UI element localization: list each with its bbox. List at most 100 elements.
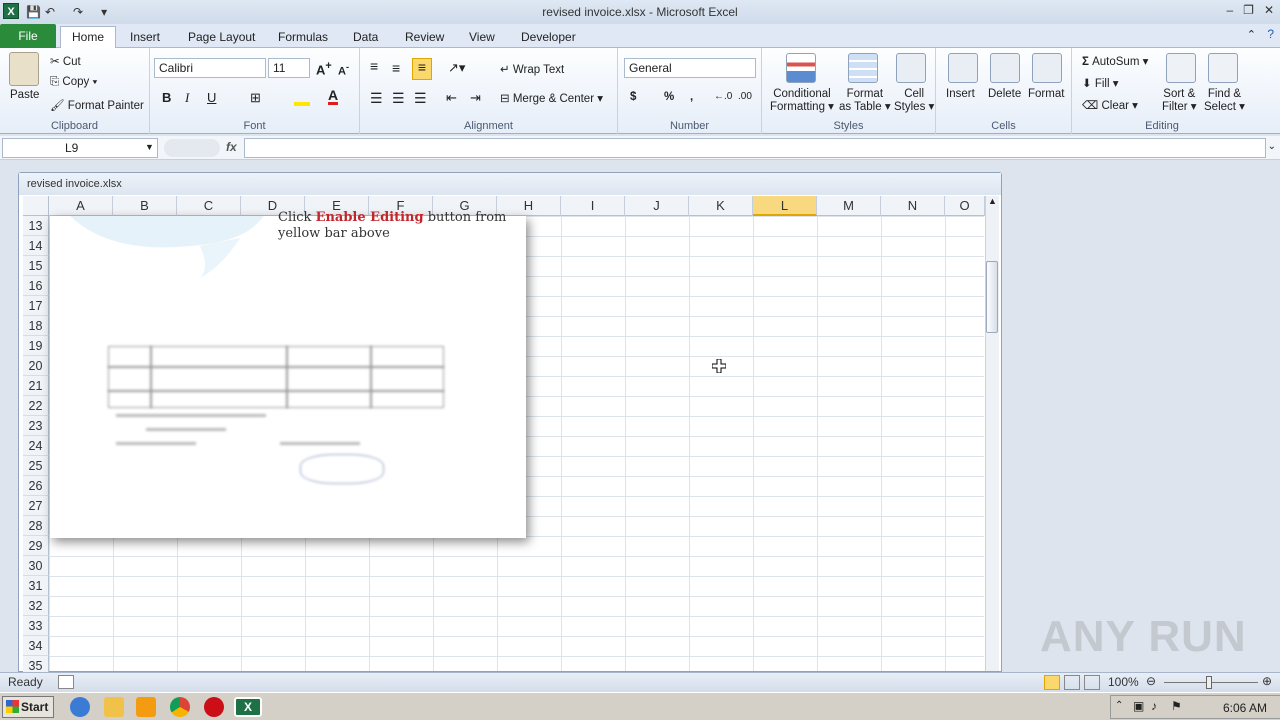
row-header-20[interactable]: 20 [23,356,49,376]
normal-view-icon[interactable] [1044,675,1060,690]
column-header-h[interactable]: H [497,196,561,216]
font-size-select[interactable]: 11 [268,58,310,78]
font-name-select[interactable]: Calibri [154,58,266,78]
fill-button[interactable]: ⬇ Fill ▾ [1082,76,1119,90]
paste-button[interactable]: Paste [10,89,39,101]
tab-formulas[interactable]: Formulas [270,28,336,48]
row-header-15[interactable]: 15 [23,256,49,276]
row-header-33[interactable]: 33 [23,616,49,636]
row-header-23[interactable]: 23 [23,416,49,436]
action-center-flag-icon[interactable]: ⚑ [1171,699,1182,713]
insert-cells-button[interactable]: Insert [946,88,975,100]
borders-icon[interactable]: ⊞ [250,90,261,106]
cell-styles-icon[interactable] [896,53,926,83]
tab-data[interactable]: Data [345,28,386,48]
zoom-slider-thumb[interactable] [1206,676,1212,689]
column-header-i[interactable]: I [561,196,625,216]
chrome-icon[interactable] [170,697,190,717]
align-center-icon[interactable]: ☰ [392,90,405,107]
delete-cells-icon[interactable] [990,53,1020,83]
wrap-text-button[interactable]: ↵ Wrap Text [500,62,564,76]
align-middle-icon[interactable]: ≡ [392,60,400,76]
row-header-22[interactable]: 22 [23,396,49,416]
percent-icon[interactable]: % [664,91,674,103]
row-header-21[interactable]: 21 [23,376,49,396]
select-all-corner[interactable] [23,196,49,216]
explorer-folder-icon[interactable] [104,697,124,717]
formula-bar-expand-icon[interactable] [164,139,220,157]
row-header-29[interactable]: 29 [23,536,49,556]
tab-page-layout[interactable]: Page Layout [180,28,263,48]
row-header-25[interactable]: 25 [23,456,49,476]
row-header-19[interactable]: 19 [23,336,49,356]
minimize-icon[interactable]: – [1226,3,1233,17]
zoom-out-icon[interactable]: ⊖ [1146,674,1156,688]
align-left-icon[interactable]: ☰ [370,90,383,107]
align-top-icon[interactable]: ≡ [370,58,378,74]
column-header-b[interactable]: B [113,196,177,216]
autosum-button[interactable]: Σ AutoSum ▾ [1082,54,1148,68]
grow-font-icon[interactable]: A+ [316,60,332,77]
column-header-j[interactable]: J [625,196,689,216]
internet-explorer-icon[interactable] [70,697,90,717]
column-header-l[interactable]: L [753,196,817,216]
row-header-32[interactable]: 32 [23,596,49,616]
volume-icon[interactable]: ♪ [1151,699,1157,713]
format-painter-button[interactable]: 🖌 Format Painter [50,98,144,112]
tab-home[interactable]: Home [60,26,116,49]
expand-formula-icon[interactable]: ⌄ [1268,141,1276,152]
fill-color-icon[interactable] [294,88,310,106]
opera-icon[interactable] [204,697,224,717]
shrink-font-icon[interactable]: A- [338,62,349,78]
orientation-icon[interactable]: ↗▾ [448,60,465,76]
zoom-in-icon[interactable]: ⊕ [1262,674,1272,688]
row-header-34[interactable]: 34 [23,636,49,656]
merge-center-button[interactable]: ⊟ Merge & Center ▾ [500,91,603,105]
row-header-28[interactable]: 28 [23,516,49,536]
conditional-formatting-button[interactable]: Conditional Formatting ▾ [770,88,834,114]
align-bottom-icon[interactable]: ≡ [412,58,432,80]
format-as-table-icon[interactable] [848,53,878,83]
excel-taskbar-icon[interactable]: X [234,697,262,717]
row-header-31[interactable]: 31 [23,576,49,596]
font-color-icon[interactable]: A [328,88,339,105]
clear-button[interactable]: ⌫ Clear ▾ [1082,98,1138,112]
row-header-13[interactable]: 13 [23,216,49,236]
name-box[interactable]: L9 [2,138,158,158]
tab-review[interactable]: Review [397,28,452,48]
column-header-c[interactable]: C [177,196,241,216]
show-hidden-icons[interactable]: ⌃ [1115,700,1123,711]
italic-icon[interactable]: I [185,90,189,106]
tab-insert[interactable]: Insert [122,28,168,48]
increase-decimal-icon[interactable]: ←.0 [714,91,732,102]
page-break-view-icon[interactable] [1084,675,1100,690]
insert-cells-icon[interactable] [948,53,978,83]
row-header-26[interactable]: 26 [23,476,49,496]
column-header-n[interactable]: N [881,196,945,216]
minimize-ribbon-icon[interactable]: ⌃ [1247,28,1256,41]
row-header-27[interactable]: 27 [23,496,49,516]
format-cells-button[interactable]: Format [1028,88,1064,100]
row-header-16[interactable]: 16 [23,276,49,296]
cell-styles-button[interactable]: Cell Styles ▾ [894,88,934,114]
row-header-30[interactable]: 30 [23,556,49,576]
decrease-decimal-icon[interactable]: .00 [738,91,752,102]
comma-style-icon[interactable]: , [690,91,693,103]
sort-filter-button[interactable]: Sort & Filter ▾ [1162,88,1197,114]
cut-button[interactable]: ✂ Cut [50,54,81,68]
number-format-select[interactable]: General [624,58,756,78]
tab-developer[interactable]: Developer [513,28,584,48]
row-header-18[interactable]: 18 [23,316,49,336]
close-icon[interactable]: ✕ [1264,3,1274,17]
formula-input[interactable] [244,138,1266,158]
increase-indent-icon[interactable]: ⇥ [470,90,481,106]
embedded-picture[interactable]: Click Enable Editing button from yellow … [50,210,526,538]
binoculars-icon[interactable] [1208,53,1238,83]
find-select-button[interactable]: Find & Select ▾ [1204,88,1245,114]
column-header-a[interactable]: A [49,196,113,216]
row-header-24[interactable]: 24 [23,436,49,456]
sort-filter-icon[interactable] [1166,53,1196,83]
zoom-level[interactable]: 100% [1108,675,1139,689]
page-layout-view-icon[interactable] [1064,675,1080,690]
tab-file[interactable]: File [0,24,56,48]
